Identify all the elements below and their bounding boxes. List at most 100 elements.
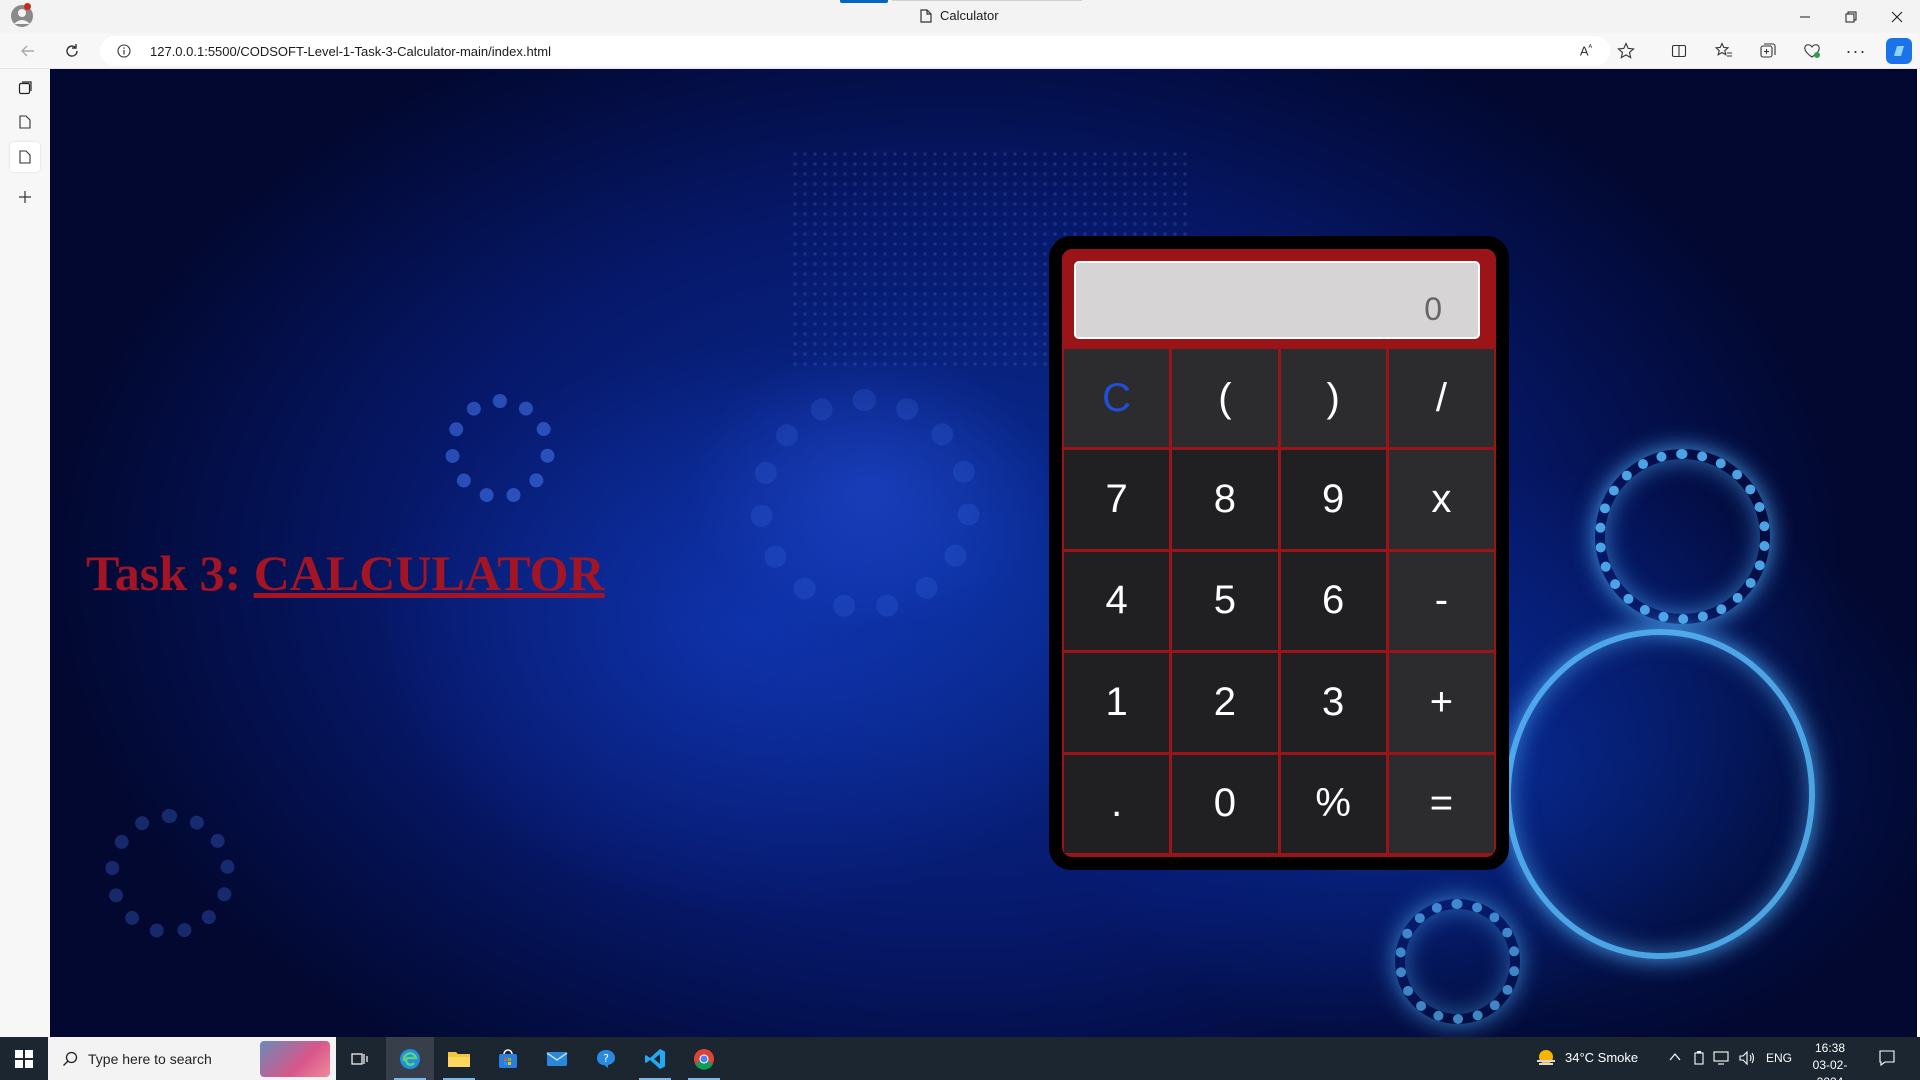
multiply-key[interactable]: x [1388, 450, 1494, 549]
tab-divider [892, 0, 1082, 1]
background-gear [105, 809, 235, 939]
digit-7-key[interactable]: 7 [1064, 450, 1170, 549]
calculator-link[interactable]: CALCULATOR [254, 545, 605, 601]
restore-icon [1845, 11, 1857, 22]
close-button[interactable] [1874, 0, 1920, 33]
site-info-icon[interactable] [117, 44, 131, 58]
window-controls [1782, 0, 1920, 33]
chrome-icon [694, 1048, 714, 1070]
title-bar: Calculator [0, 0, 1920, 33]
clear-key[interactable]: C [1064, 349, 1170, 448]
store-icon [499, 1048, 517, 1068]
browser-essentials-button[interactable] [1800, 39, 1824, 63]
page-icon [19, 150, 31, 164]
taskbar-search[interactable]: Type here to search [48, 1037, 336, 1080]
add-key[interactable]: + [1388, 653, 1494, 752]
task-view-button[interactable] [336, 1037, 384, 1080]
close-paren-key[interactable]: ) [1280, 349, 1386, 448]
taskbar-vscode[interactable] [631, 1037, 679, 1080]
taskbar-mail[interactable] [533, 1037, 581, 1080]
digit-2-key[interactable]: 2 [1172, 653, 1278, 752]
digit-3-key[interactable]: 3 [1280, 653, 1386, 752]
taskbar-chrome[interactable] [680, 1037, 728, 1080]
profile-notification-dot [24, 3, 31, 10]
calculator-body: 0 C ( ) / 7 8 9 x 4 5 6 - 1 2 3 + . 0 % … [1062, 249, 1496, 857]
minimize-icon [1800, 16, 1810, 17]
decimal-key[interactable]: . [1064, 754, 1170, 853]
more-icon: ··· [1845, 40, 1867, 61]
notifications-icon[interactable] [1878, 1049, 1896, 1067]
open-paren-key[interactable]: ( [1172, 349, 1278, 448]
back-button[interactable] [14, 37, 42, 65]
digit-9-key[interactable]: 9 [1280, 450, 1386, 549]
split-screen-button[interactable] [1667, 39, 1691, 63]
start-button[interactable] [0, 1037, 48, 1080]
new-tab-button[interactable] [10, 182, 40, 212]
task-view-icon [351, 1052, 368, 1065]
digit-1-key[interactable]: 1 [1064, 653, 1170, 752]
collections-icon [1760, 43, 1776, 58]
minimize-button[interactable] [1782, 0, 1828, 33]
address-bar[interactable]: 127.0.0.1:5500/CODSOFT-Level-1-Task-3-Ca… [100, 36, 1610, 66]
taskbar-edge[interactable] [386, 1037, 434, 1080]
digit-6-key[interactable]: 6 [1280, 551, 1386, 651]
url-text: 127.0.0.1:5500/CODSOFT-Level-1-Task-3-Ca… [150, 44, 552, 59]
refresh-icon [66, 44, 78, 57]
digit-4-key[interactable]: 4 [1064, 551, 1170, 651]
page-viewport: Task 3: CALCULATOR 0 C ( ) / 7 8 9 x 4 5… [50, 69, 1917, 1037]
vertical-tab-1[interactable] [10, 107, 40, 137]
weather-text[interactable]: 34°C Smoke [1565, 1050, 1638, 1065]
back-arrow-icon [21, 45, 34, 57]
split-screen-icon [1671, 44, 1687, 58]
help-icon: ? [597, 1049, 615, 1068]
network-icon[interactable] [1713, 1050, 1731, 1066]
digit-8-key[interactable]: 8 [1172, 450, 1278, 549]
background-ring [1505, 629, 1815, 959]
taskbar-get-help[interactable]: ? [582, 1037, 630, 1080]
clock[interactable]: 16:38 03-02-2024 [1800, 1040, 1860, 1080]
language-indicator[interactable]: ENG [1766, 1051, 1792, 1065]
chevron-up-icon[interactable] [1669, 1052, 1681, 1062]
favorite-button[interactable] [1614, 39, 1638, 63]
restore-button[interactable] [1828, 0, 1874, 33]
copilot-button[interactable] [1886, 38, 1912, 64]
calculator-display: 0 [1074, 261, 1480, 339]
search-highlight-image [260, 1041, 330, 1077]
mail-icon [546, 1051, 568, 1066]
favorites-button[interactable] [1712, 39, 1736, 63]
volume-icon[interactable] [1738, 1050, 1756, 1066]
divide-key[interactable]: / [1388, 349, 1494, 448]
plus-icon [19, 191, 31, 203]
background-ring [1595, 449, 1770, 624]
digit-0-key[interactable]: 0 [1172, 754, 1278, 853]
copilot-icon [1894, 46, 1904, 56]
taskbar-store[interactable] [484, 1037, 532, 1080]
equals-key[interactable]: = [1388, 754, 1494, 853]
svg-text:?: ? [603, 1052, 609, 1065]
tab-actions-button[interactable] [10, 73, 40, 103]
folder-icon [448, 1051, 470, 1067]
page-icon [19, 115, 31, 129]
taskbar-file-explorer[interactable] [435, 1037, 483, 1080]
favorites-icon [1715, 42, 1732, 57]
read-aloud-button[interactable]: Aᴬ [1574, 39, 1598, 63]
device-icon[interactable] [1693, 1050, 1705, 1066]
page-icon [920, 8, 932, 23]
subtract-key[interactable]: - [1388, 551, 1494, 651]
heart-pulse-icon [1804, 44, 1820, 58]
collections-button[interactable] [1756, 39, 1780, 63]
calculator-keypad: C ( ) / 7 8 9 x 4 5 6 - 1 2 3 + . 0 % = [1064, 349, 1494, 853]
page-heading: Task 3: CALCULATOR [86, 544, 605, 602]
percent-key[interactable]: % [1280, 754, 1386, 853]
settings-more-button[interactable]: ··· [1844, 39, 1868, 63]
tab-indicator [840, 0, 888, 3]
weather-sun-icon[interactable] [1534, 1048, 1558, 1068]
taskbar: Type here to search ? 34°C Smoke ENG 16:… [0, 1037, 1920, 1080]
digit-5-key[interactable]: 5 [1172, 551, 1278, 651]
browser-toolbar: 127.0.0.1:5500/CODSOFT-Level-1-Task-3-Ca… [0, 33, 1920, 69]
vertical-tab-active[interactable] [10, 142, 40, 172]
window-title: Calculator [920, 8, 999, 23]
close-icon [1891, 11, 1903, 22]
tab-actions-icon [18, 81, 32, 95]
refresh-button[interactable] [58, 37, 86, 65]
